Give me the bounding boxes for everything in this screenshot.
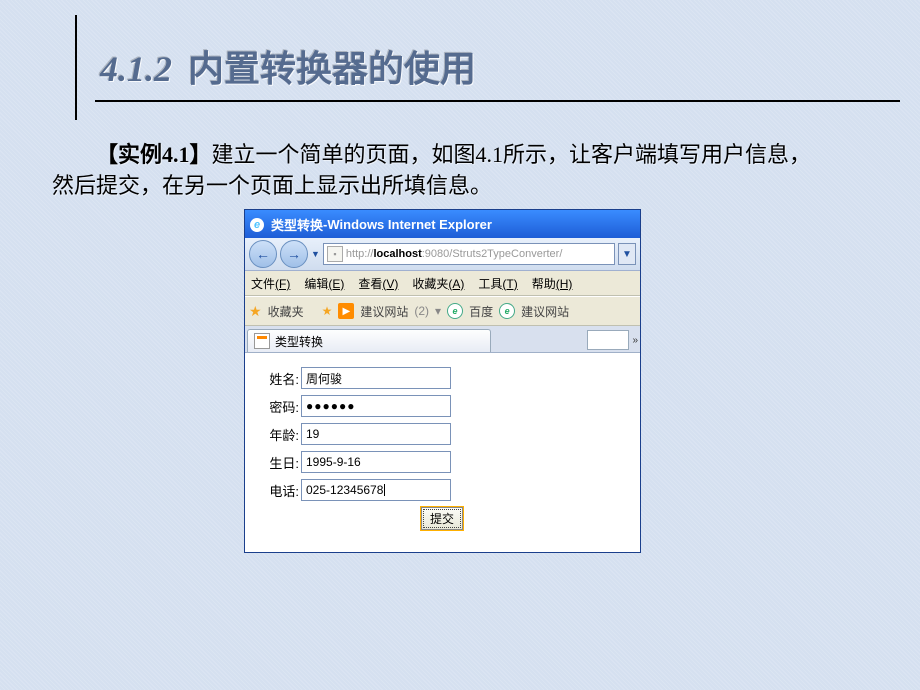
ie-small-icon-2: e: [499, 303, 515, 319]
menu-favorites[interactable]: 收藏夹(A): [412, 275, 464, 292]
nav-dropdown-arrow[interactable]: ▼: [311, 249, 320, 259]
row-phone: 电话: 025-12345678: [259, 479, 626, 501]
page-icon: ▪: [327, 246, 343, 262]
name-input[interactable]: 周何骏: [301, 367, 451, 389]
favorites-label: 收藏夹: [268, 303, 304, 320]
ie-logo-icon: [250, 216, 266, 232]
browser-window: 类型转换 - Windows Internet Explorer ← → ▼ ▪…: [244, 209, 641, 553]
menu-view[interactable]: 查看(V): [358, 275, 398, 292]
example-label: 【实例4.1】: [96, 142, 212, 167]
favorites-star-icon[interactable]: ★: [249, 303, 262, 320]
birthday-label: 生日:: [259, 453, 301, 472]
slide-heading: 4.1.2 内置转换器的使用: [95, 40, 900, 102]
suggested-sites-link-2[interactable]: 建议网站: [521, 303, 569, 320]
body-paragraph: 【实例4.1】建立一个简单的页面，如图4.1所示，让客户端填写用户信息， 然后提…: [52, 140, 860, 202]
row-birthday: 生日: 1995-9-16: [259, 451, 626, 473]
back-button[interactable]: ←: [249, 240, 277, 268]
forward-button[interactable]: →: [280, 240, 308, 268]
add-favorite-star-icon[interactable]: ★: [322, 304, 333, 318]
name-label: 姓名:: [259, 369, 301, 388]
menu-edit[interactable]: 编辑(E): [304, 275, 344, 292]
baidu-link[interactable]: 百度: [469, 303, 493, 320]
menu-help[interactable]: 帮助(H): [532, 275, 573, 292]
row-password: 密码: ●●●●●●: [259, 395, 626, 417]
paragraph-line-2: 然后提交，在另一个页面上显示出所填信息。: [52, 173, 492, 198]
navigation-bar: ← → ▼ ▪ http://localhost:9080/Struts2Typ…: [245, 238, 640, 271]
ie-small-icon: e: [447, 303, 463, 319]
tab-tools-box[interactable]: [587, 330, 629, 350]
address-dropdown-button[interactable]: ▼: [618, 243, 636, 265]
heading-number: 4.1.2: [100, 49, 172, 89]
phone-input[interactable]: 025-12345678: [301, 479, 451, 501]
age-input[interactable]: 19: [301, 423, 451, 445]
suggested-sites-link[interactable]: 建议网站: [360, 303, 408, 320]
heading-vertical-rule: [75, 15, 77, 120]
dropdown-arrow-icon[interactable]: ▾: [435, 304, 441, 318]
tab-current[interactable]: 类型转换: [247, 329, 491, 352]
submit-button[interactable]: 提交: [421, 507, 463, 530]
address-bar[interactable]: ▪ http://localhost:9080/Struts2TypeConve…: [323, 243, 615, 265]
password-input[interactable]: ●●●●●●: [301, 395, 451, 417]
heading-text: 内置转换器的使用: [188, 49, 476, 89]
page-content: 姓名: 周何骏 密码: ●●●●●● 年龄: 19 生日: 1995-9-16 …: [245, 353, 640, 544]
row-age: 年龄: 19: [259, 423, 626, 445]
paragraph-line-1: 建立一个简单的页面，如图4.1所示，让客户端填写用户信息，: [212, 142, 812, 167]
window-title-app: Windows Internet Explorer: [327, 217, 492, 232]
address-url: http://localhost:9080/Struts2TypeConvert…: [346, 248, 611, 260]
age-label: 年龄:: [259, 425, 301, 444]
password-label: 密码:: [259, 397, 301, 416]
suggested-count: (2): [414, 304, 429, 318]
bing-icon[interactable]: ▶: [338, 303, 354, 319]
row-name: 姓名: 周何骏: [259, 367, 626, 389]
phone-label: 电话:: [259, 481, 301, 500]
menu-file[interactable]: 文件(F): [251, 275, 290, 292]
tab-title: 类型转换: [275, 333, 323, 350]
window-title-prefix: 类型转换: [271, 215, 323, 234]
favorites-bar: ★ 收藏夹 ★ ▶ 建议网站 (2) ▾ e 百度 e 建议网站: [245, 296, 640, 326]
tab-page-icon: [254, 333, 270, 349]
tab-bar: 类型转换 »: [245, 326, 640, 353]
birthday-input[interactable]: 1995-9-16: [301, 451, 451, 473]
tab-tools-chevron-icon[interactable]: »: [632, 335, 638, 346]
menu-tools[interactable]: 工具(T): [478, 275, 517, 292]
menu-bar: 文件(F) 编辑(E) 查看(V) 收藏夹(A) 工具(T) 帮助(H): [245, 271, 640, 296]
window-title-bar: 类型转换 - Windows Internet Explorer: [245, 210, 640, 238]
